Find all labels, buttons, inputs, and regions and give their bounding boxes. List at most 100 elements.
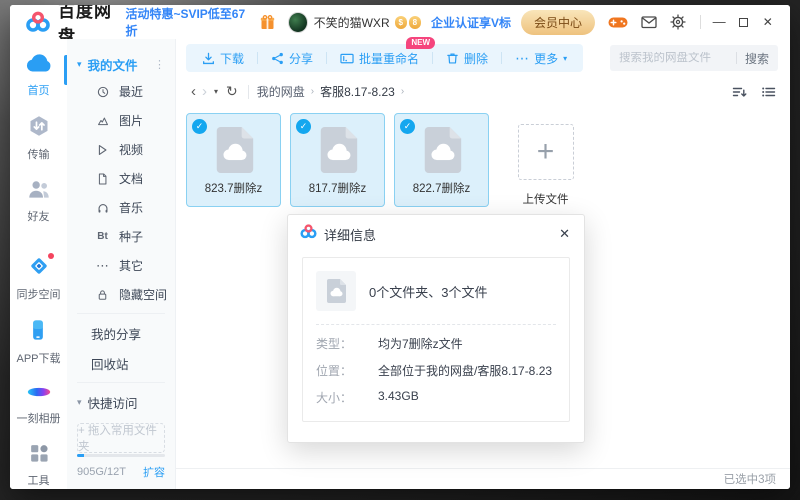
forward-button[interactable]: › xyxy=(199,84,210,99)
file-card-3[interactable]: ✓ 822.7删除z xyxy=(394,113,489,207)
rail-item-friends[interactable]: 好友 xyxy=(27,179,51,224)
search-button[interactable]: 搜索 xyxy=(745,50,769,67)
sidebar-item-my-files[interactable]: ▾ 我的文件 ⋮ xyxy=(67,51,175,77)
baidu-netdisk-logo-icon xyxy=(300,224,317,244)
rail-item-tools[interactable]: 工具 xyxy=(28,443,50,488)
detail-info-dialog: 详细信息 ✕ xyxy=(287,214,585,443)
storage-block: 905G/12T 扩容 xyxy=(67,446,175,489)
share-icon xyxy=(271,52,284,65)
rail-item-home[interactable]: 首页 xyxy=(25,52,53,98)
delete-button[interactable]: 删除 xyxy=(446,50,488,67)
history-caret-icon[interactable]: ▾ xyxy=(214,87,218,96)
gift-icon[interactable] xyxy=(259,14,276,31)
file-name: 822.7删除z xyxy=(413,180,471,196)
expand-storage-link[interactable]: 扩容 xyxy=(143,464,165,480)
selected-check-icon[interactable]: ✓ xyxy=(296,119,311,134)
titlebar: 百度网盘 活动特惠~SVIP低至67折 不笑的猫WXR $ 8 企业认证享V标 … xyxy=(10,5,790,39)
more-button[interactable]: ⋯ 更多 ▾ xyxy=(515,50,567,67)
list-view-icon[interactable] xyxy=(761,85,776,99)
refresh-button[interactable]: ↻ xyxy=(226,83,238,100)
share-button[interactable]: 分享 xyxy=(271,50,313,67)
user-avatar[interactable] xyxy=(288,12,308,33)
rail-label: 同步空间 xyxy=(17,286,61,302)
messages-icon[interactable] xyxy=(641,15,657,29)
file-card-1[interactable]: ✓ 823.7删除z xyxy=(186,113,281,207)
storage-progress-bar xyxy=(77,454,165,457)
rail-item-app-download[interactable]: APP下载 xyxy=(16,319,60,366)
breadcrumb-root[interactable]: 我的网盘 xyxy=(257,83,305,100)
cloud-file-icon xyxy=(315,125,361,175)
close-button[interactable]: ✕ xyxy=(756,10,780,34)
detail-row-size: 大小： 3.43GB xyxy=(316,389,556,406)
detail-row-location: 位置： 全部位于我的网盘/客服8.17-8.23 xyxy=(316,362,556,379)
rail-item-yike-album[interactable]: 一刻相册 xyxy=(17,383,61,426)
game-center-icon[interactable] xyxy=(608,15,628,30)
image-mountain-icon xyxy=(95,115,110,127)
sidebar-item-quick-access[interactable]: ▾ 快捷访问 xyxy=(67,387,175,417)
dialog-header: 详细信息 ✕ xyxy=(288,215,584,251)
file-card-2[interactable]: ✓ 817.7删除z xyxy=(290,113,385,207)
rail-item-transfer[interactable]: 传输 xyxy=(28,115,50,162)
rail-label: 工具 xyxy=(28,472,50,488)
promo-link[interactable]: 活动特惠~SVIP低至67折 xyxy=(125,5,248,39)
search-input[interactable] xyxy=(619,52,728,64)
main-content: 下载 分享 批量重命名 NEW xyxy=(176,39,790,489)
username[interactable]: 不笑的猫WXR xyxy=(314,14,390,31)
sort-order-icon[interactable] xyxy=(732,85,747,99)
caret-down-icon[interactable]: ▾ xyxy=(77,397,82,408)
rail-label: 好友 xyxy=(28,208,50,224)
caret-down-icon: ▾ xyxy=(563,54,567,63)
caret-down-icon[interactable]: ▾ xyxy=(77,59,82,70)
sidebar-divider xyxy=(77,382,165,383)
selected-check-icon[interactable]: ✓ xyxy=(400,119,415,134)
upload-dashed-box[interactable]: + xyxy=(518,124,574,180)
upload-file-tile[interactable]: + 上传文件 xyxy=(498,113,593,207)
status-bar: 已选中3项 xyxy=(176,468,790,489)
enterprise-cert-link[interactable]: 企业认证享V标 xyxy=(431,14,511,31)
member-center-button[interactable]: 会员中心 xyxy=(521,10,595,35)
sidebar-item-videos[interactable]: 视频 xyxy=(67,135,175,164)
minimize-button[interactable]: — xyxy=(707,10,731,34)
sidebar-item-pictures[interactable]: 图片 xyxy=(67,106,175,135)
vip-coin-badge: $ xyxy=(395,16,407,29)
sidebar-item-other[interactable]: ⋯ 其它 xyxy=(67,251,175,280)
sync-space-icon xyxy=(28,255,50,282)
kebab-menu-icon[interactable]: ⋮ xyxy=(152,58,167,71)
plus-icon: + xyxy=(537,137,555,167)
app-window: 百度网盘 活动特惠~SVIP低至67折 不笑的猫WXR $ 8 企业认证享V标 … xyxy=(10,5,790,489)
dialog-close-icon[interactable]: ✕ xyxy=(557,226,572,242)
phone-icon xyxy=(28,319,48,346)
toolbar-button-group: 下载 分享 批量重命名 NEW xyxy=(186,44,583,72)
dashed-divider xyxy=(316,324,556,325)
sidebar-item-torrents[interactable]: Bt 种子 xyxy=(67,222,175,251)
back-button[interactable]: ‹ xyxy=(188,84,199,99)
desktop-background: 百度网盘 活动特惠~SVIP低至67折 不笑的猫WXR $ 8 企业认证享V标 … xyxy=(0,0,800,500)
clock-icon xyxy=(95,86,110,98)
download-button[interactable]: 下载 xyxy=(202,50,244,67)
rename-icon xyxy=(340,52,354,65)
storage-usage: 905G/12T xyxy=(77,466,126,478)
sidebar-item-music[interactable]: 音乐 xyxy=(67,193,175,222)
selected-check-icon[interactable]: ✓ xyxy=(192,119,207,134)
rail-label: APP下载 xyxy=(16,350,60,366)
storage-progress-fill xyxy=(77,454,84,457)
batch-rename-button[interactable]: 批量重命名 NEW xyxy=(340,50,419,67)
breadcrumb-current[interactable]: 客服8.17-8.23 xyxy=(320,83,395,100)
sidebar-item-my-shares[interactable]: 我的分享 xyxy=(67,318,175,348)
sidebar-item-recent[interactable]: 最近 xyxy=(67,77,175,106)
headphones-icon xyxy=(95,202,110,214)
sidebar-item-documents[interactable]: 文档 xyxy=(67,164,175,193)
sidebar-divider xyxy=(77,313,165,314)
rail-item-sync-space[interactable]: 同步空间 xyxy=(17,255,61,302)
album-lens-icon xyxy=(26,383,52,406)
toolbar: 下载 分享 批量重命名 NEW xyxy=(176,39,790,77)
sidebar-item-hidden-space[interactable]: 隐藏空间 xyxy=(67,280,175,309)
settings-gear-icon[interactable] xyxy=(670,14,686,30)
transfer-hexagon-icon xyxy=(28,115,50,142)
baidu-netdisk-logo-icon xyxy=(26,11,50,33)
sidebar-item-recycle-bin[interactable]: 回收站 xyxy=(67,348,175,378)
files-summary-icon xyxy=(316,271,356,311)
titlebar-divider xyxy=(700,15,701,29)
selection-summary: 0个文件夹、3个文件 xyxy=(369,282,487,301)
maximize-button[interactable] xyxy=(731,10,755,34)
